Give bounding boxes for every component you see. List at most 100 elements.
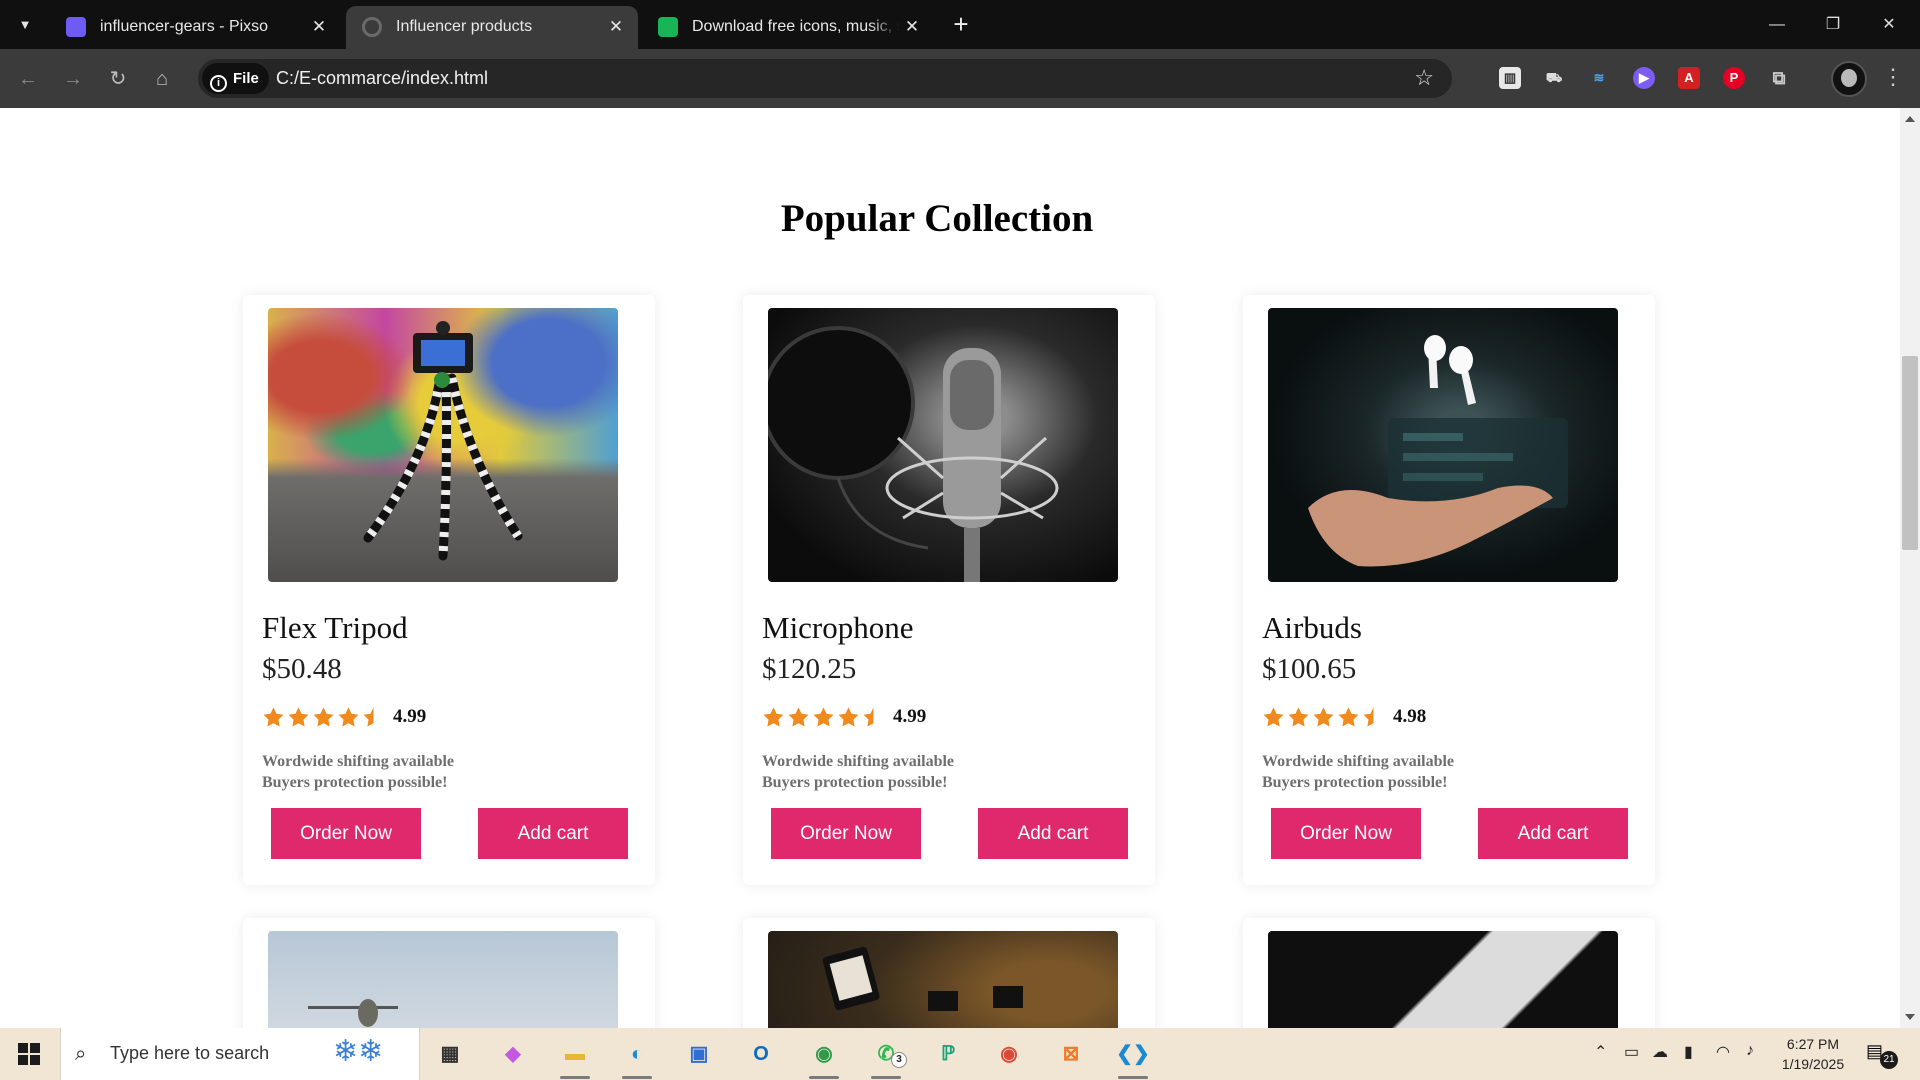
- tab-download-icons[interactable]: Download free icons, music, stock ✕: [642, 6, 934, 49]
- windows-start-icon[interactable]: [18, 1043, 40, 1065]
- taskbar-search[interactable]: ⌕ Type here to search ❄❄: [60, 1028, 420, 1080]
- microsoft-store-icon[interactable]: ▣: [682, 1038, 716, 1070]
- protection-line: Buyers protection possible!: [762, 774, 948, 791]
- product-image-airbuds: [1268, 308, 1618, 582]
- copilot-icon[interactable]: ◆: [496, 1038, 530, 1070]
- outlook-icon[interactable]: O: [744, 1038, 778, 1070]
- shipping-line: Wordwide shifting available: [762, 753, 955, 770]
- product-price: $100.65: [1262, 653, 1357, 685]
- product-image-drone: [268, 931, 618, 1028]
- product-card: Flex Tripod $50.48 4.99 Wordwide shiftin…: [243, 295, 655, 885]
- star-icon: [1262, 706, 1285, 728]
- show-hidden-icons-icon[interactable]: ⌃: [1594, 1042, 1607, 1062]
- site-info-label: File: [233, 70, 259, 87]
- order-now-button[interactable]: Order Now: [271, 808, 421, 859]
- forward-icon[interactable]: →: [59, 65, 87, 93]
- half-star-icon: [862, 706, 885, 728]
- whatsapp-icon[interactable]: ✆ 3: [869, 1038, 907, 1079]
- reload-icon[interactable]: ↻: [104, 65, 132, 93]
- product-rating: 4.99: [262, 706, 426, 730]
- product-card: Microphone $120.25 4.99 Wordwide shiftin…: [743, 295, 1155, 885]
- new-tab-button[interactable]: +: [948, 11, 974, 38]
- shipping-line: Wordwide shifting available: [262, 753, 455, 770]
- protection-line: Buyers protection possible!: [1262, 774, 1448, 791]
- volume-icon[interactable]: ♪: [1746, 1042, 1754, 1060]
- file-explorer-icon[interactable]: ▬: [558, 1038, 592, 1079]
- extension-play-icon[interactable]: ▶: [1633, 67, 1655, 89]
- order-now-button[interactable]: Order Now: [771, 808, 921, 859]
- tab-search-chevron-icon[interactable]: ▼: [12, 14, 38, 36]
- back-icon[interactable]: ←: [14, 65, 42, 93]
- star-icon: [312, 706, 335, 728]
- product-rating: 4.98: [1262, 706, 1426, 730]
- site-info-chip[interactable]: i File: [202, 63, 269, 94]
- xampp-icon[interactable]: ⊠: [1054, 1038, 1088, 1070]
- add-cart-button[interactable]: Add cart: [978, 808, 1128, 859]
- tab-close-icon[interactable]: ✕: [605, 16, 627, 38]
- scroll-down-icon[interactable]: [1905, 1014, 1915, 1020]
- shipping-line: Wordwide shifting available: [1262, 753, 1455, 770]
- tab-pixso[interactable]: influencer-gears - Pixso ✕: [50, 6, 342, 49]
- extension-translate-icon[interactable]: ⛟: [1543, 67, 1565, 89]
- add-cart-button[interactable]: Add cart: [478, 808, 628, 859]
- reading-list-icon[interactable]: ▥: [1499, 67, 1521, 89]
- minimize-icon[interactable]: —: [1762, 12, 1792, 38]
- product-name: Airbuds: [1262, 610, 1362, 645]
- product-card: Airbuds $100.65 4.98 Wordwide shifting a…: [1243, 295, 1655, 885]
- extensions-puzzle-icon[interactable]: ⧉: [1768, 67, 1790, 89]
- half-star-icon: [1362, 706, 1385, 728]
- wifi-icon[interactable]: ◠: [1716, 1042, 1730, 1062]
- onedrive-icon[interactable]: ☁: [1652, 1042, 1668, 1062]
- task-view-icon[interactable]: ▦: [433, 1038, 467, 1070]
- tab-influencer-products[interactable]: Influencer products ✕: [346, 6, 638, 49]
- tab-close-icon[interactable]: ✕: [308, 16, 330, 38]
- order-now-button[interactable]: Order Now: [1271, 808, 1421, 859]
- search-placeholder: Type here to search: [110, 1043, 270, 1063]
- add-cart-button[interactable]: Add cart: [1478, 808, 1628, 859]
- notification-center-icon[interactable]: ▤ 21: [1866, 1041, 1898, 1069]
- address-bar[interactable]: i File C:/E-commarce/index.html ☆: [198, 59, 1452, 98]
- chrome-icon[interactable]: ◉: [807, 1038, 841, 1079]
- pinterest-icon[interactable]: P: [1723, 67, 1745, 89]
- star-icon: [337, 706, 360, 728]
- rating-value: 4.99: [893, 706, 927, 727]
- star-icon: [1312, 706, 1335, 728]
- clock-time: 6:27 PM: [1786, 1036, 1840, 1052]
- rating-value: 4.99: [393, 706, 427, 727]
- windows-taskbar: ⌕ Type here to search ❄❄ ▦ ◆ ▬ ◐ ▣ O ◉ ✆…: [0, 1028, 1920, 1080]
- whatsapp-badge: 3: [891, 1052, 907, 1068]
- bookmark-star-icon[interactable]: ☆: [1414, 65, 1434, 91]
- meet-now-icon[interactable]: ▭: [1624, 1042, 1639, 1062]
- close-window-icon[interactable]: ✕: [1874, 12, 1904, 38]
- edge-icon[interactable]: ◐: [620, 1038, 654, 1079]
- vscode-icon[interactable]: ❮❯: [1116, 1038, 1150, 1079]
- star-icon: [762, 706, 785, 728]
- browser-tab-strip: ▼ influencer-gears - Pixso ✕ Influencer …: [0, 0, 1920, 49]
- star-icon: [287, 706, 310, 728]
- product-name: Microphone: [762, 610, 914, 645]
- product-price: $50.48: [262, 653, 342, 685]
- browser-menu-icon[interactable]: ⋮: [1882, 65, 1904, 89]
- tab-close-icon[interactable]: ✕: [901, 16, 923, 38]
- star-icon: [1287, 706, 1310, 728]
- flaticon-favicon-icon: [658, 17, 678, 37]
- page-viewport: Popular Collection Flex Tripod $50.48 4.…: [0, 108, 1900, 1028]
- extension-wave-icon[interactable]: ≋: [1588, 67, 1610, 89]
- scroll-up-icon[interactable]: [1905, 116, 1915, 122]
- protection-line: Buyers protection possible!: [262, 774, 448, 791]
- scroll-thumb[interactable]: [1902, 356, 1918, 550]
- acrobat-icon[interactable]: A: [1678, 67, 1700, 89]
- system-clock[interactable]: 6:27 PM 1/19/2025: [1770, 1034, 1856, 1074]
- page-scrollbar[interactable]: [1900, 108, 1920, 1028]
- tab-title: influencer-gears - Pixso: [100, 18, 269, 35]
- chrome-profile-icon[interactable]: ◉: [992, 1038, 1026, 1070]
- home-icon[interactable]: ⌂: [148, 65, 176, 93]
- product-price: $120.25: [762, 653, 857, 685]
- profile-avatar[interactable]: [1831, 61, 1867, 97]
- pycharm-icon[interactable]: ℙ: [931, 1038, 965, 1070]
- url-text[interactable]: C:/E-commarce/index.html: [276, 68, 488, 89]
- restore-icon[interactable]: ❐: [1818, 12, 1848, 38]
- shipping-info: Wordwide shifting available Buyers prote…: [1262, 751, 1454, 793]
- product-name: Flex Tripod: [262, 610, 408, 645]
- battery-icon[interactable]: ▮: [1684, 1042, 1693, 1062]
